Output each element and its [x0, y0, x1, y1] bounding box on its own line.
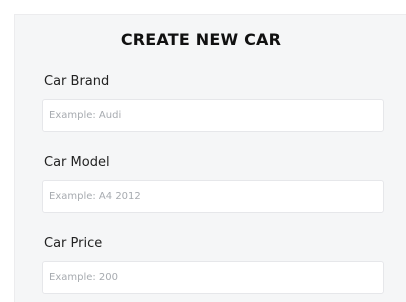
car-brand-label: Car Brand	[44, 74, 110, 89]
form-title: CREATE NEW CAR	[120, 30, 282, 49]
car-model-label: Car Model	[44, 155, 110, 170]
car-price-input[interactable]	[42, 261, 384, 294]
car-brand-input[interactable]	[42, 99, 384, 132]
car-price-label: Car Price	[44, 236, 103, 251]
car-model-input[interactable]	[42, 180, 384, 213]
